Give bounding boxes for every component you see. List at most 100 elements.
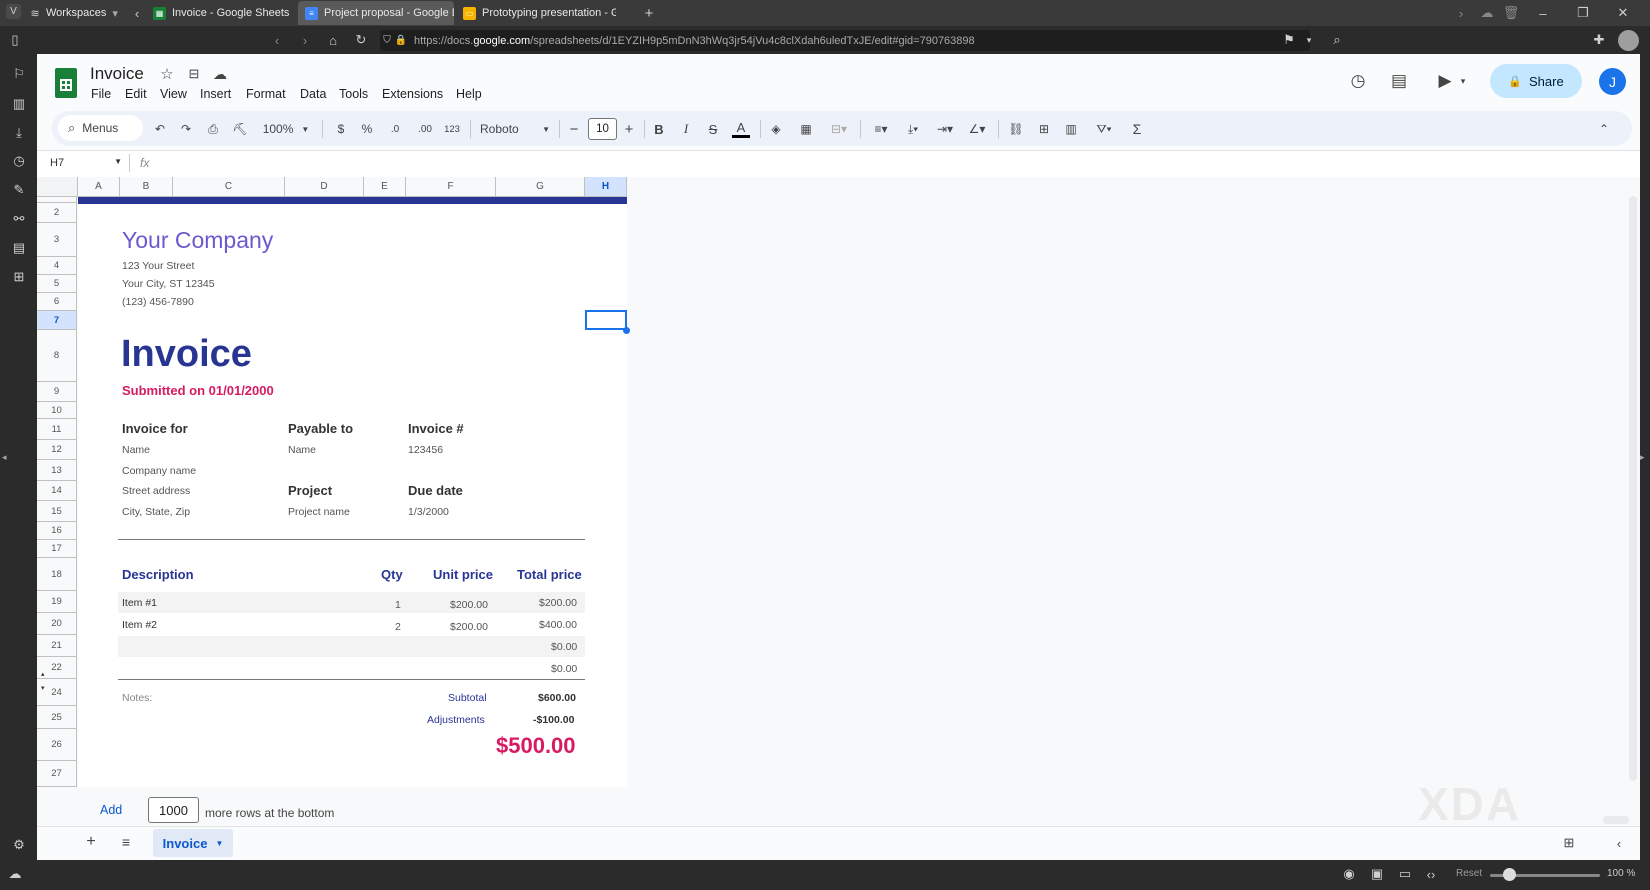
row-header[interactable]: 19 bbox=[37, 591, 77, 613]
row-header[interactable]: 10 bbox=[37, 402, 77, 419]
close-icon[interactable]: ✕ bbox=[1614, 4, 1632, 22]
explore-icon[interactable]: ⊞ bbox=[1560, 834, 1578, 852]
settings-gear-icon[interactable]: ⚙ bbox=[10, 836, 28, 854]
row-header[interactable]: 2 bbox=[37, 203, 77, 223]
payable-to-label[interactable]: Payable to bbox=[288, 421, 353, 436]
bold-button[interactable]: B bbox=[652, 119, 666, 139]
cloud-status-icon[interactable]: ☁ bbox=[211, 65, 229, 83]
home-icon[interactable]: ⌂ bbox=[324, 31, 342, 49]
menu-format[interactable]: Format bbox=[246, 87, 286, 101]
account-avatar[interactable]: J bbox=[1599, 68, 1626, 95]
merge-cells-icon[interactable]: ⊟▾ bbox=[825, 119, 853, 139]
cloud-icon[interactable]: ☁ bbox=[1478, 4, 1496, 22]
row-header[interactable]: 14 bbox=[37, 481, 77, 501]
row-header[interactable]: 21 bbox=[37, 635, 77, 657]
row-header[interactable]: 18 bbox=[37, 558, 77, 591]
company-street[interactable]: 123 Your Street bbox=[122, 260, 194, 272]
menus-search-button[interactable]: ⌕ Menus bbox=[58, 115, 143, 141]
font-size-increase-button[interactable]: + bbox=[622, 119, 636, 139]
add-panel-icon[interactable]: ⊞ bbox=[10, 268, 28, 286]
forward-icon[interactable]: › bbox=[296, 31, 314, 49]
horizontal-scrollbar[interactable] bbox=[1603, 816, 1629, 824]
calendar-icon[interactable]: ▤ bbox=[10, 239, 28, 257]
chevron-down-icon[interactable]: ▾ bbox=[1300, 31, 1318, 49]
all-sheets-menu-icon[interactable]: ≡ bbox=[117, 833, 135, 851]
vertical-scrollbar[interactable] bbox=[1629, 196, 1637, 781]
project-label[interactable]: Project bbox=[288, 483, 332, 498]
invoice-heading[interactable]: Invoice bbox=[121, 333, 252, 376]
menu-edit[interactable]: Edit bbox=[125, 87, 147, 101]
add-sheet-icon[interactable]: + bbox=[82, 833, 100, 851]
row-header[interactable]: 26 bbox=[37, 729, 77, 761]
tab-project-proposal[interactable]: ≡ Project proposal - Google Do bbox=[298, 1, 454, 25]
undo-icon[interactable]: ↶ bbox=[152, 119, 168, 139]
item-total[interactable]: $200.00 bbox=[539, 597, 577, 609]
menu-file[interactable]: File bbox=[91, 87, 111, 101]
reload-icon[interactable]: ↻ bbox=[352, 31, 370, 49]
notes-label[interactable]: Notes: bbox=[122, 692, 152, 704]
code-icon[interactable]: ‹› bbox=[1422, 865, 1440, 883]
downloads-icon[interactable]: ⤓ bbox=[10, 124, 28, 142]
row-header[interactable]: 11 bbox=[37, 419, 77, 440]
percent-format-button[interactable]: % bbox=[360, 119, 374, 139]
text-color-button[interactable]: A bbox=[732, 119, 750, 138]
currency-format-button[interactable]: $ bbox=[334, 119, 348, 139]
invoice-number[interactable]: 123456 bbox=[408, 444, 443, 456]
row-header[interactable]: 20 bbox=[37, 613, 77, 635]
subtotal-label[interactable]: Subtotal bbox=[448, 692, 487, 704]
due-date-label[interactable]: Due date bbox=[408, 483, 463, 498]
column-header-g[interactable]: G bbox=[496, 177, 585, 196]
menu-data[interactable]: Data bbox=[300, 87, 326, 101]
tab-workspaces[interactable]: ≋ Workspaces ▾ bbox=[28, 1, 140, 25]
total-price-header[interactable]: Total price bbox=[517, 567, 582, 582]
back-tab-icon[interactable]: ‹ bbox=[128, 4, 146, 22]
back-icon[interactable]: ‹ bbox=[268, 31, 286, 49]
profile-avatar[interactable] bbox=[1618, 30, 1639, 51]
font-size-decrease-button[interactable]: − bbox=[567, 119, 581, 139]
project-name[interactable]: Project name bbox=[288, 506, 350, 518]
chevron-right-icon[interactable]: › bbox=[1452, 4, 1470, 22]
select-all-corner[interactable] bbox=[37, 177, 78, 196]
item-total[interactable]: $0.00 bbox=[551, 641, 577, 653]
item-unit-price[interactable]: $200.00 bbox=[450, 621, 488, 633]
print-icon[interactable]: ⎙ bbox=[205, 119, 221, 139]
move-folder-icon[interactable]: ⊟ bbox=[185, 65, 203, 83]
history-icon[interactable]: ◷ bbox=[10, 152, 28, 170]
item-unit-price[interactable]: $200.00 bbox=[450, 599, 488, 611]
zoom-select[interactable]: 100% ▼ bbox=[262, 119, 310, 139]
subtotal-value[interactable]: $600.00 bbox=[538, 692, 576, 704]
row-header[interactable]: 6 bbox=[37, 293, 77, 311]
row-header-selected[interactable]: 7 bbox=[37, 311, 77, 330]
collapse-rows-icon[interactable]: ▾ bbox=[41, 684, 45, 692]
adjustments-label[interactable]: Adjustments bbox=[427, 714, 485, 726]
tiling-icon[interactable]: ▭ bbox=[1396, 865, 1414, 883]
reading-list-icon[interactable]: ▥ bbox=[10, 95, 28, 113]
chevron-left-icon[interactable]: ‹ bbox=[1610, 834, 1628, 852]
column-header-c[interactable]: C bbox=[173, 177, 285, 196]
add-rows-count-input[interactable]: 1000 bbox=[148, 797, 199, 823]
fill-color-icon[interactable]: ◈ bbox=[767, 119, 785, 139]
description-header[interactable]: Description bbox=[122, 567, 194, 582]
vertical-align-icon[interactable]: ⤓▾ bbox=[900, 119, 926, 139]
invoice-for-street[interactable]: Street address bbox=[122, 485, 190, 497]
item-qty[interactable]: 2 bbox=[395, 621, 401, 633]
selected-cell-h7[interactable] bbox=[585, 310, 627, 330]
insert-chart-icon[interactable]: ▥ bbox=[1062, 119, 1080, 139]
row-header[interactable]: 25 bbox=[37, 706, 77, 729]
item-total[interactable]: $0.00 bbox=[551, 663, 577, 675]
invoice-number-label[interactable]: Invoice # bbox=[408, 421, 464, 436]
item-description[interactable]: Item #2 bbox=[122, 619, 157, 631]
payable-to-name[interactable]: Name bbox=[288, 444, 316, 456]
panel-toggle-icon[interactable]: ▯ bbox=[6, 31, 24, 49]
chevron-down-icon[interactable]: ▾ bbox=[1458, 72, 1468, 90]
font-size-input[interactable]: 10 bbox=[588, 118, 617, 140]
menu-insert[interactable]: Insert bbox=[200, 87, 231, 101]
sheet-tab-invoice[interactable]: Invoice ▼ bbox=[153, 829, 233, 857]
functions-sigma-icon[interactable]: Σ bbox=[1128, 119, 1146, 139]
new-tab-icon[interactable]: + bbox=[640, 4, 658, 22]
column-header-f[interactable]: F bbox=[406, 177, 496, 196]
row-header[interactable]: 9 bbox=[37, 382, 77, 402]
menu-help[interactable]: Help bbox=[456, 87, 482, 101]
bookmarks-panel-icon[interactable]: ⚐ bbox=[10, 65, 28, 83]
invoice-for-label[interactable]: Invoice for bbox=[122, 421, 188, 436]
